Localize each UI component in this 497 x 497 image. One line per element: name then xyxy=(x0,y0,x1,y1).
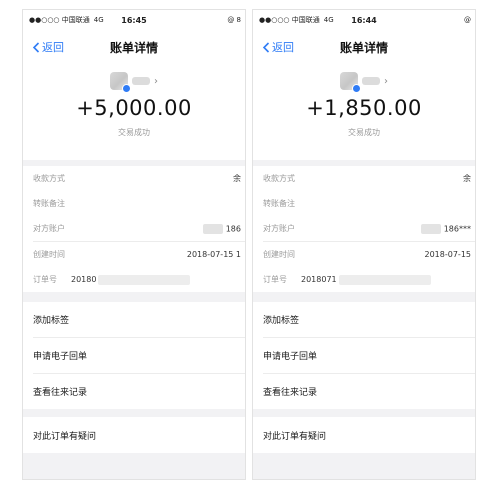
detail-label: 创建时间 xyxy=(263,250,295,259)
action-list: 添加标签 申请电子回单 查看往来记录 xyxy=(253,302,475,409)
order-redacted xyxy=(338,274,431,285)
order-question-button[interactable]: 对此订单有疑问 xyxy=(253,417,475,453)
payer-profile[interactable]: › xyxy=(110,72,158,93)
detail-row-created: 创建时间 2018-07-15 1 xyxy=(23,242,245,267)
avatar xyxy=(110,72,131,93)
account-redacted xyxy=(202,223,223,234)
amount: +1,850.00 xyxy=(306,96,422,120)
amount: +5,000.00 xyxy=(76,96,192,120)
account-value: 186*** xyxy=(443,224,471,233)
status-icons: @ xyxy=(464,16,471,24)
order-value: 20180 xyxy=(71,275,97,284)
detail-value-wrap: 186 xyxy=(202,223,241,234)
back-chevron-icon xyxy=(262,41,270,53)
bill-summary: › +5,000.00 交易成功 xyxy=(23,64,245,160)
add-tag-button[interactable]: 添加标签 xyxy=(253,302,475,337)
detail-row-note: 转账备注 xyxy=(23,191,245,216)
page-title: 账单详情 xyxy=(339,40,388,55)
chevron-right-icon: › xyxy=(154,75,158,87)
order-value: 2018071 xyxy=(301,275,337,284)
back-chevron-icon xyxy=(32,41,40,53)
add-tag-button[interactable]: 添加标签 xyxy=(23,302,245,337)
phone-screen-left: ●●○○○ 中国联通 4G 16:45 @ 8 返回 账单详情 › +5,000… xyxy=(22,9,246,480)
nav-bar: 返回 账单详情 xyxy=(253,30,475,64)
detail-label: 转账备注 xyxy=(263,199,295,208)
detail-label: 收款方式 xyxy=(263,174,295,183)
detail-value: 2018-07-15 xyxy=(424,250,472,259)
question-section: 对此订单有疑问 xyxy=(23,417,245,453)
order-question-button[interactable]: 对此订单有疑问 xyxy=(23,417,245,453)
chevron-right-icon: › xyxy=(384,75,388,87)
payer-profile[interactable]: › xyxy=(340,72,388,93)
request-receipt-button[interactable]: 申请电子回单 xyxy=(253,338,475,373)
detail-row-account: 对方账户 186*** xyxy=(253,216,475,241)
detail-label: 订单号 xyxy=(263,275,287,284)
detail-list: 收款方式 余 转账备注 对方账户 186 创建时间 2018-07-15 1 订… xyxy=(23,166,245,292)
detail-label: 收款方式 xyxy=(33,174,65,183)
detail-label: 对方账户 xyxy=(263,224,295,233)
view-history-button[interactable]: 查看往来记录 xyxy=(23,374,245,409)
action-list: 添加标签 申请电子回单 查看往来记录 xyxy=(23,302,245,409)
detail-value: 2018-07-15 1 xyxy=(186,250,241,259)
transaction-status: 交易成功 xyxy=(348,128,380,137)
back-label: 返回 xyxy=(272,41,294,54)
detail-value: 余 xyxy=(463,174,471,183)
status-icons: @ 8 xyxy=(227,16,241,24)
payer-name-redacted xyxy=(132,77,150,85)
status-bar: ●●○○○ 中国联通 4G 16:45 @ 8 xyxy=(23,10,245,30)
detail-row-pay-method: 收款方式 余 xyxy=(23,166,245,191)
phone-screen-right: ●●○○○ 中国联通 4G 16:44 @ 返回 账单详情 › +1,850.0… xyxy=(252,9,476,480)
account-value: 186 xyxy=(225,224,241,233)
back-button[interactable]: 返回 xyxy=(32,39,64,55)
detail-row-note: 转账备注 xyxy=(253,191,475,216)
view-history-button[interactable]: 查看往来记录 xyxy=(253,374,475,409)
detail-row-order: 订单号 20180 xyxy=(23,267,245,292)
question-section: 对此订单有疑问 xyxy=(253,417,475,453)
screenshot-stage: ●●○○○ 中国联通 4G 16:45 @ 8 返回 账单详情 › +5,000… xyxy=(0,0,497,497)
bill-summary: › +1,850.00 交易成功 xyxy=(253,64,475,160)
detail-row-order: 订单号 2018071 xyxy=(253,267,475,292)
avatar-verified-icon xyxy=(352,84,361,93)
back-label: 返回 xyxy=(42,41,64,54)
detail-row-account: 对方账户 186 xyxy=(23,216,245,241)
clock: 16:45 xyxy=(121,15,147,25)
detail-row-pay-method: 收款方式 余 xyxy=(253,166,475,191)
detail-label: 转账备注 xyxy=(33,199,65,208)
payer-name-redacted xyxy=(362,77,380,85)
order-redacted xyxy=(98,274,191,285)
avatar xyxy=(340,72,361,93)
detail-label: 创建时间 xyxy=(33,250,65,259)
detail-row-created: 创建时间 2018-07-15 xyxy=(253,242,475,267)
avatar-verified-icon xyxy=(122,84,131,93)
transaction-status: 交易成功 xyxy=(118,128,150,137)
detail-value-wrap: 186*** xyxy=(420,223,471,234)
status-bar: ●●○○○ 中国联通 4G 16:44 @ xyxy=(253,10,475,30)
nav-bar: 返回 账单详情 xyxy=(23,30,245,64)
page-title: 账单详情 xyxy=(109,40,158,55)
detail-label: 订单号 xyxy=(33,275,57,284)
detail-label: 对方账户 xyxy=(33,224,65,233)
detail-list: 收款方式 余 转账备注 对方账户 186*** 创建时间 2018-07-15 … xyxy=(253,166,475,292)
back-button[interactable]: 返回 xyxy=(262,39,294,55)
account-redacted xyxy=(420,223,441,234)
detail-value: 余 xyxy=(233,174,241,183)
request-receipt-button[interactable]: 申请电子回单 xyxy=(23,338,245,373)
clock: 16:44 xyxy=(351,15,377,25)
